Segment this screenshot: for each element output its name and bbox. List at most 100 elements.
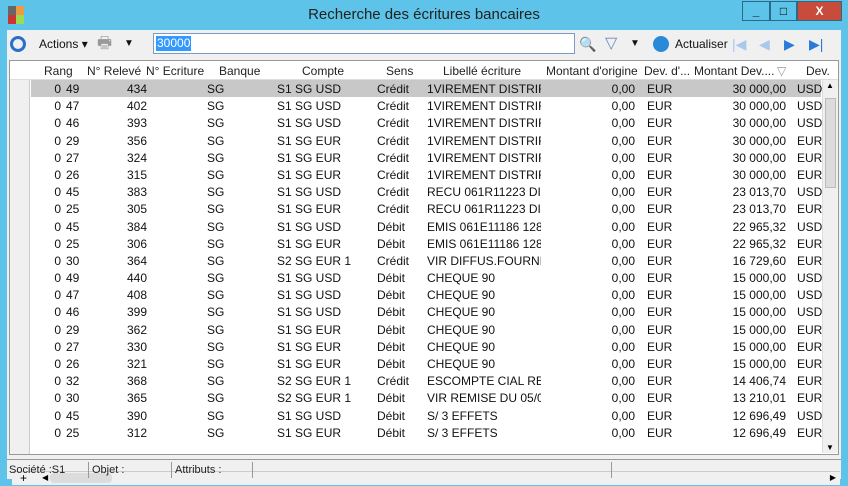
col-montant-origine[interactable]: Montant d'origine (546, 64, 638, 78)
cell-rang: 0 (54, 236, 61, 251)
cell-ecriture: 434 (127, 82, 148, 96)
table-row[interactable]: 0 27 324 SG S1 SG EUR Crédit 1VIREMENT DISTRIF… (31, 149, 822, 166)
vertical-scrollbar[interactable]: ▲ ▼ (822, 80, 838, 453)
cell-releve: 49 (66, 82, 80, 96)
cell-montant-origine: 0,00 (611, 219, 635, 234)
cell-libelle: VIR REMISE DU 05/05/ (427, 391, 541, 406)
cell-montant-origine: 0,00 (611, 425, 635, 440)
table-row[interactable]: 0 46 399 SG S1 SG USD Débit CHEQUE 90 0,00 EUR 15… (31, 303, 822, 320)
table-row[interactable]: 0 26 321 SG S1 SG EUR Débit CHEQUE 90 0,00 EUR 15… (31, 355, 822, 372)
table-row[interactable]: 0 29 356 SG S1 SG EUR Crédit 1VIREMENT DISTRIF… (31, 132, 822, 149)
table-row[interactable]: 0 30 364 SG S2 SG EUR 1 Crédit VIR DIFFUS.FOUR… (31, 252, 822, 269)
results-grid: ▼ Rang N° Relevé N° Ecriture Banque Comp… (9, 60, 840, 485)
table-row[interactable]: 0 26 315 SG S1 SG EUR Crédit 1VIREMENT DISTRIF… (31, 166, 822, 183)
cell-ecriture: 384 (127, 219, 148, 234)
table-row[interactable]: 0 32 368 SG S2 SG EUR 1 Crédit ESCOMPTE CIAL R… (31, 372, 822, 389)
cell-montant-devise: 30 000,00 (732, 116, 786, 131)
cell-banque: SG (207, 185, 225, 200)
cell-sens: Débit (377, 288, 406, 303)
col-rang[interactable]: Rang (44, 64, 73, 78)
table-row[interactable]: 0 47 402 SG S1 SG USD Crédit 1VIREMENT DISTRIF… (31, 97, 822, 114)
table-row[interactable]: 0 25 312 SG S1 SG EUR Débit S/ 3 EFFETS 0,00 EUR… (31, 424, 822, 441)
col-sens[interactable]: Sens (386, 64, 413, 78)
cell-rang: 0 (54, 391, 61, 406)
cell-compte: S1 SG USD (277, 271, 342, 286)
cell-libelle: RECU 061R11223 DIST (427, 185, 541, 200)
cell-devise-origine: EUR (647, 99, 673, 114)
cell-banque: SG (207, 253, 225, 268)
previous-page-icon[interactable]: ◀ (759, 35, 770, 53)
cell-montant-devise: 15 000,00 (732, 305, 786, 320)
actions-menu[interactable]: Actions ▾ (39, 35, 88, 53)
print-dropdown-icon[interactable]: ▼ (124, 35, 134, 53)
table-row[interactable]: 0 47 408 SG S1 SG USD Débit CHEQUE 90 0,00 EUR 15… (31, 286, 822, 303)
table-row[interactable]: 0 49 434 SG S1 SG USD Crédit 1VIREMENT DISTRIF… (31, 80, 822, 98)
cell-libelle: 1VIREMENT DISTRIFF (427, 133, 541, 148)
cell-devise-origine: EUR (647, 82, 673, 96)
cell-releve: 47 (66, 99, 80, 114)
refresh-icon[interactable] (653, 36, 669, 52)
col-banque[interactable]: Banque (219, 64, 260, 78)
cell-libelle: RECU 061R11223 DIST (427, 202, 541, 217)
cell-rang: 0 (54, 322, 61, 337)
cell-montant-devise: 30 000,00 (732, 133, 786, 148)
table-row[interactable]: 0 46 393 SG S1 SG USD Crédit 1VIREMENT DISTRIF… (31, 114, 822, 131)
table-row[interactable]: 0 25 306 SG S1 SG EUR Débit EMIS 061E11186 128… (31, 235, 822, 252)
filter-dropdown-icon[interactable]: ▼ (630, 35, 640, 53)
table-row[interactable]: 0 45 384 SG S1 SG USD Débit EMIS 061E11186 128… (31, 218, 822, 235)
cell-montant-devise: 12 696,49 (732, 425, 786, 440)
table-row[interactable]: 0 27 330 SG S1 SG EUR Débit CHEQUE 90 0,00 EUR 15… (31, 338, 822, 355)
cell-sens: Débit (377, 408, 406, 423)
col-releve[interactable]: N° Relevé (87, 64, 141, 78)
cell-devise-origine: EUR (647, 408, 673, 423)
cell-libelle: 1VIREMENT DISTRIFF (427, 82, 541, 96)
cell-compte: S1 SG EUR (277, 322, 342, 337)
cell-ecriture: 440 (127, 271, 148, 286)
cell-rang: 0 (54, 288, 61, 303)
cell-releve: 29 (66, 133, 80, 148)
cell-montant-origine: 0,00 (611, 357, 635, 371)
refresh-button[interactable]: Actualiser (675, 35, 728, 53)
target-icon[interactable] (10, 36, 26, 52)
table-row[interactable]: 0 29 362 SG S1 SG EUR Débit CHEQUE 90 0,00 EUR 15… (31, 321, 822, 338)
col-montant-devise[interactable]: Montant Dev.... (694, 64, 774, 78)
cell-ecriture: 364 (127, 253, 148, 268)
vertical-scroll-thumb[interactable] (825, 98, 836, 188)
cell-rang: 0 (54, 167, 61, 182)
print-icon[interactable]: 🖶 (97, 35, 117, 53)
cell-releve: 47 (66, 288, 80, 303)
cell-ecriture: 312 (127, 425, 148, 440)
cell-compte: S1 SG USD (277, 116, 342, 131)
cell-montant-origine: 0,00 (611, 322, 635, 337)
next-page-icon[interactable]: ▶ (784, 35, 795, 53)
table-row[interactable]: 0 45 383 SG S1 SG USD Crédit RECU 061R11223 DI… (31, 183, 822, 200)
table-row[interactable]: 0 49 440 SG S1 SG USD Débit CHEQUE 90 0,00 EUR 15… (31, 269, 822, 286)
cell-montant-origine: 0,00 (611, 408, 635, 423)
cell-montant-devise: 15 000,00 (732, 339, 786, 354)
table-row[interactable]: 0 30 365 SG S2 SG EUR 1 Débit VIR REMISE DU 05… (31, 389, 822, 406)
cell-rang: 0 (54, 425, 61, 440)
first-page-icon[interactable]: |◀ (732, 35, 746, 53)
maximize-button[interactable]: □ (770, 1, 797, 21)
cell-montant-origine: 0,00 (611, 271, 635, 286)
minimize-button[interactable]: _ (742, 1, 770, 21)
col-ecriture[interactable]: N° Ecriture (146, 64, 204, 78)
grid-header: Rang N° Relevé N° Ecriture Banque Compte… (10, 61, 838, 80)
last-page-icon[interactable]: ▶| (809, 35, 823, 53)
search-icon[interactable]: 🔍 (579, 35, 596, 53)
cell-releve: 27 (66, 150, 80, 165)
col-devise[interactable]: Dev. (806, 64, 830, 78)
table-row[interactable]: 0 25 305 SG S1 SG EUR Crédit RECU 061R11223 DI… (31, 200, 822, 217)
cell-compte: S1 SG EUR (277, 167, 342, 182)
table-row[interactable]: 0 45 390 SG S1 SG USD Débit S/ 3 EFFETS 0,00 EUR… (31, 407, 822, 424)
col-compte[interactable]: Compte (302, 64, 344, 78)
col-libelle[interactable]: Libellé écriture (443, 64, 521, 78)
cell-devise-origine: EUR (647, 150, 673, 165)
close-button[interactable]: X (797, 1, 842, 21)
filter-icon[interactable]: ▽ (605, 35, 617, 53)
cell-sens: Crédit (377, 150, 410, 165)
search-input[interactable]: 30000 (153, 33, 575, 54)
cell-ecriture: 356 (127, 133, 148, 148)
status-attributs: Attributs : (173, 462, 253, 478)
col-devise-origine[interactable]: Dev. d'... (644, 64, 690, 78)
